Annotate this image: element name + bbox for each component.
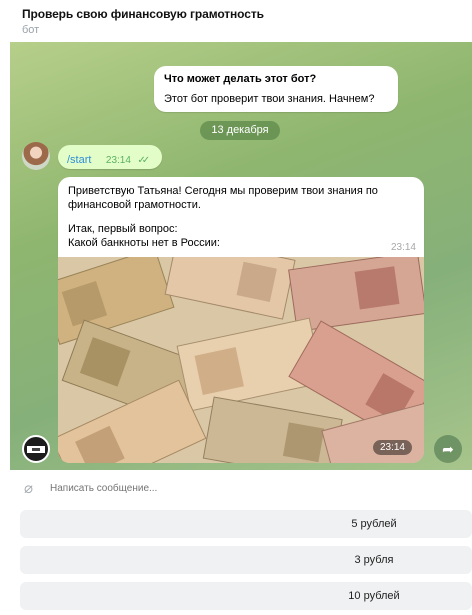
answer-label: 10 рублей: [348, 590, 400, 602]
answer-button-3-rubles[interactable]: 3 рубля: [20, 546, 472, 574]
double-check-icon: ✓✓: [137, 155, 150, 166]
message-input[interactable]: [50, 480, 430, 496]
intro-title: Что может делать этот бот?: [164, 73, 317, 85]
message-time: 23:14: [390, 242, 416, 253]
answer-label: 5 рублей: [351, 518, 397, 530]
question-intro: Итак, первый вопрос:: [68, 223, 178, 235]
question-text: Какой банкноты нет в России:: [68, 237, 220, 249]
attach-paperclip-icon[interactable]: ⌀: [24, 479, 33, 497]
bot-intro-message: Что может делать этот бот? Этот бот пров…: [154, 66, 398, 112]
bot-question-message: Приветствую Татьяна! Сегодня мы проверим…: [58, 177, 424, 259]
chat-title: Проверь свою финансовую грамотность: [22, 7, 264, 21]
answer-button-5-rubles[interactable]: 5 рублей: [20, 510, 472, 538]
answer-button-10-rubles[interactable]: 10 рублей: [20, 582, 472, 610]
outgoing-message[interactable]: /start 23:14 ✓✓: [58, 145, 162, 169]
bot-avatar[interactable]: [22, 435, 50, 463]
banknotes-photo[interactable]: 23:14: [58, 257, 424, 463]
user-avatar[interactable]: [22, 142, 50, 170]
forward-arrow-icon[interactable]: ➦: [434, 435, 462, 463]
intro-text: Этот бот проверит твои знания. Начнем?: [164, 93, 375, 105]
greeting-text: Приветствую Татьяна! Сегодня мы проверим…: [68, 185, 378, 211]
reply-keyboard: 5 рублей 3 рубля 10 рублей: [0, 506, 472, 615]
banknotes-image: [58, 257, 424, 463]
chat-area[interactable]: Что может делать этот бот? Этот бот пров…: [10, 42, 472, 470]
photo-time: 23:14: [372, 440, 412, 455]
chat-subtitle: бот: [22, 24, 40, 36]
date-separator: 13 декабря: [200, 121, 280, 140]
chat-header[interactable]: Проверь свою финансовую грамотность бот: [0, 0, 472, 42]
message-time: 23:14: [105, 155, 131, 166]
start-command-link[interactable]: /start: [67, 154, 91, 166]
answer-label: 3 рубля: [354, 554, 394, 566]
message-composer: ⌀: [10, 470, 472, 506]
